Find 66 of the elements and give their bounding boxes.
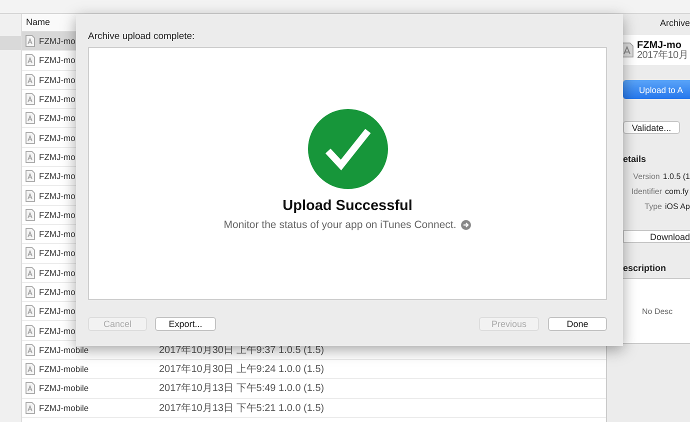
file-icon xyxy=(25,382,35,394)
archive-row[interactable]: FZMJ-mobile 2017年10月30日 上午9:24 1.0.0 (1.5) xyxy=(22,360,606,380)
dialog-button[interactable]: Done xyxy=(548,317,607,331)
archive-row[interactable]: FZMJ-mobile 2017年10月13日 下午5:21 1.0.0 (1.5) xyxy=(22,398,606,418)
archive-name: FZMJ-mobile xyxy=(39,383,89,394)
archive-name: FZMJ-mo xyxy=(39,190,76,201)
archive-name: FZMJ-mo xyxy=(39,36,76,46)
section-heading: etails xyxy=(623,154,648,164)
file-icon xyxy=(25,266,35,279)
archive-date: 2017年10月30日 上午9:24 1.0.0 (1.5) xyxy=(159,362,324,376)
file-icon xyxy=(25,54,35,66)
archive-date: 2017年10月13日 下午5:21 1.0.0 (1.5) xyxy=(159,402,324,415)
detail-label: Version xyxy=(632,172,660,181)
archive-name: FZMJ-mo xyxy=(39,326,76,336)
file-icon xyxy=(25,247,35,260)
archive-name: FZMJ-mo xyxy=(39,55,76,66)
file-icon xyxy=(25,132,35,144)
archive-row[interactable]: FZMJ-mobile 2017年10月13日 下午5:49 1.0.0 (1.5) xyxy=(22,379,606,399)
archive-name: FZMJ-mobile xyxy=(39,344,89,355)
checkmark-icon xyxy=(308,109,388,189)
detail-value: com.fy xyxy=(665,187,689,196)
archive-name: FZMJ-mo xyxy=(39,113,76,124)
file-icon xyxy=(25,112,35,124)
dialog-button[interactable]: Export... xyxy=(155,317,216,331)
archive-name: FZMJ-mo xyxy=(39,268,76,278)
inspector-header: Archive xyxy=(660,18,690,28)
file-icon xyxy=(25,170,35,182)
detail-label: Identifier xyxy=(630,187,662,196)
archive-name: FZMJ-mo xyxy=(39,94,76,104)
download-button[interactable]: Download xyxy=(623,230,690,243)
detail-label: Type xyxy=(644,202,662,211)
file-icon xyxy=(25,74,35,86)
detail-value: iOS Ap xyxy=(665,202,690,211)
file-icon xyxy=(25,324,35,337)
archive-date: 2017年10月 xyxy=(637,50,688,60)
file-icon xyxy=(25,286,35,298)
archive-name: FZMJ-mo xyxy=(39,287,76,297)
file-icon xyxy=(25,93,35,106)
archive-name: FZMJ-mo xyxy=(39,306,76,316)
file-icon xyxy=(25,190,35,202)
success-heading: Upload Successful xyxy=(282,198,412,214)
validate-button[interactable]: Validate... xyxy=(623,121,680,134)
archive-title: FZMJ-mo xyxy=(637,40,682,50)
file-icon xyxy=(25,208,35,221)
file-icon xyxy=(25,305,35,318)
archive-name: FZMJ-mo xyxy=(39,132,76,143)
archive-name: FZMJ-mo xyxy=(39,248,76,258)
archive-date: 2017年10月13日 下午5:49 1.0.0 (1.5) xyxy=(159,382,324,396)
archive-name: FZMJ-mobile xyxy=(39,402,89,413)
detail-value: 1.0.5 (1 xyxy=(662,172,690,181)
file-icon xyxy=(25,35,35,48)
archive-name: FZMJ-mo xyxy=(39,152,76,162)
file-icon xyxy=(25,402,35,414)
archive-name: FZMJ-mo xyxy=(39,229,76,240)
file-icon xyxy=(25,363,35,376)
archive-name: FZMJ-mobile xyxy=(39,364,89,374)
archive-name: FZMJ-mo xyxy=(39,74,76,85)
section-heading: escription xyxy=(623,263,668,273)
archive-name: FZMJ-mo xyxy=(39,210,76,220)
dialog-title: Archive upload complete: xyxy=(88,31,196,42)
arrow-circle-icon[interactable] xyxy=(461,220,472,230)
file-icon xyxy=(25,344,35,356)
file-icon xyxy=(25,150,35,163)
file-icon xyxy=(25,228,35,240)
status-message: Monitor the status of your app on iTunes Connect. xyxy=(224,219,456,231)
archive-name: FZMJ-mo xyxy=(39,171,76,182)
